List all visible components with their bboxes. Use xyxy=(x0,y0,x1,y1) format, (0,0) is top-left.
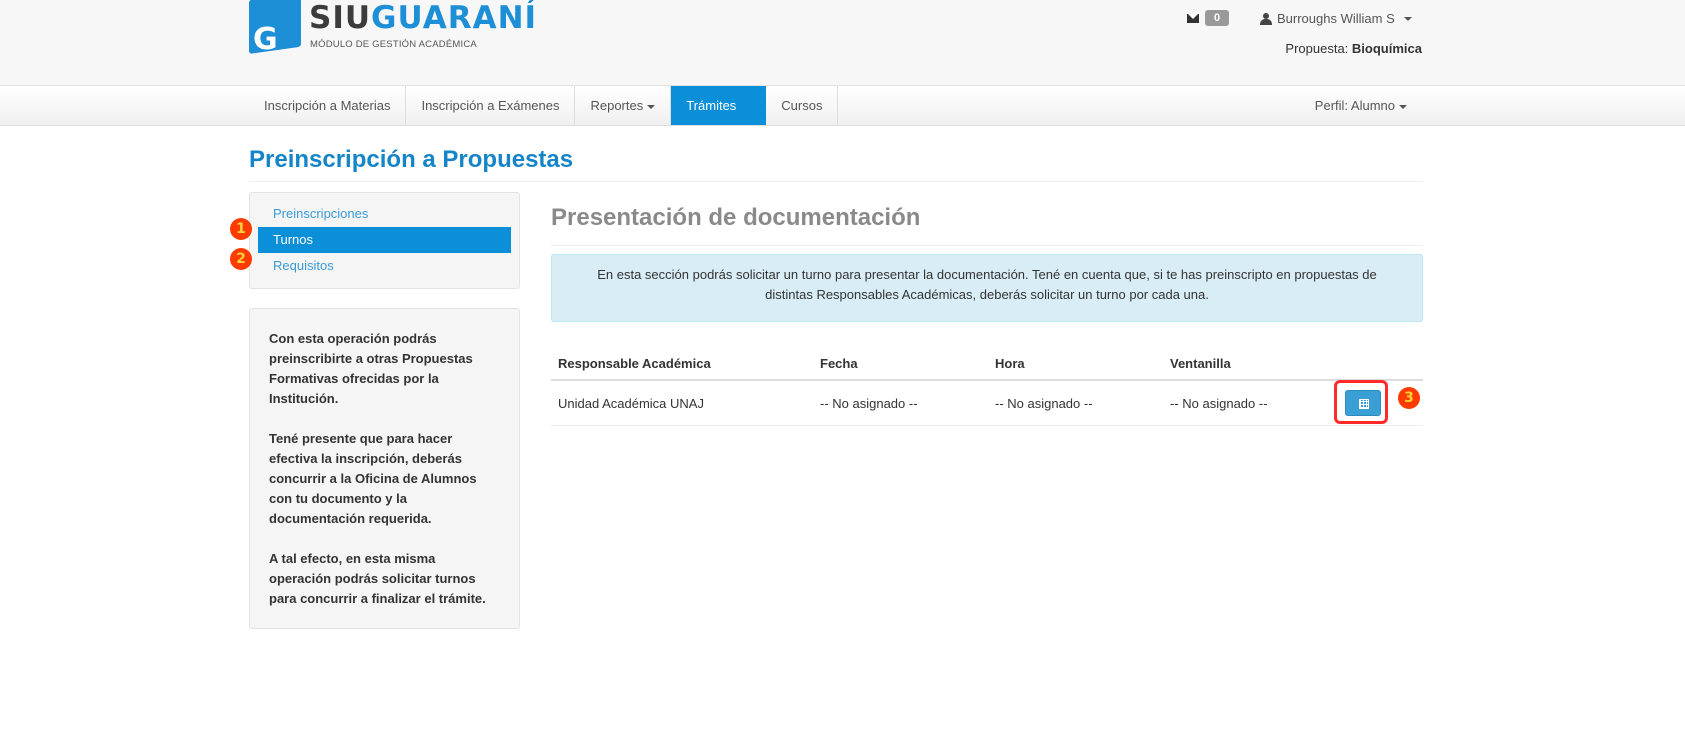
chevron-down-icon xyxy=(647,104,656,109)
sidebar-item-requisitos[interactable]: Requisitos xyxy=(258,253,511,279)
logo-tile-letter: G xyxy=(253,22,278,57)
logo-siu: SIU xyxy=(309,0,372,36)
nav-inscripcion-materias[interactable]: Inscripción a Materias xyxy=(249,86,407,125)
turnos-table: Responsable Académica Fecha Hora Ventani… xyxy=(551,348,1423,426)
messages-button[interactable]: 0 xyxy=(1187,10,1230,26)
page-title: Preinscripción a Propuestas xyxy=(249,146,574,173)
sidebar-item-preinscripciones[interactable]: Preinscripciones xyxy=(258,201,511,227)
chevron-down-icon xyxy=(1403,16,1412,21)
table-cell: Unidad Académica UNAJ xyxy=(551,380,813,426)
perfil-menu[interactable]: Perfil: Alumno xyxy=(1315,86,1407,125)
siu-guarani-logo[interactable]: G SIUGUARANÍ MÓDULO DE GESTIÓN ACADÉMICA xyxy=(249,0,536,58)
divider xyxy=(551,245,1423,246)
column-header: Fecha xyxy=(813,348,988,381)
propuesta-value: Bioquímica xyxy=(1351,41,1422,56)
table-header-row: Responsable Académica Fecha Hora Ventani… xyxy=(551,348,1423,381)
user-name: Burroughs William S xyxy=(1277,11,1395,26)
nav-cursos[interactable]: Cursos xyxy=(766,86,839,125)
header: G SIUGUARANÍ MÓDULO DE GESTIÓN ACADÉMICA… xyxy=(0,0,1685,86)
sidebar-item-turnos[interactable]: Turnos xyxy=(258,227,511,253)
info-box: Con esta operación podrás preinscribirte… xyxy=(249,308,520,629)
perfil-label: Perfil: Alumno xyxy=(1314,98,1395,113)
user-menu[interactable]: Burroughs William S xyxy=(1260,11,1412,26)
main-navbar: Inscripción a Materias Inscripción a Exá… xyxy=(0,86,1685,126)
annotation-highlight xyxy=(1334,380,1388,424)
divider xyxy=(249,181,1423,182)
envelope-icon xyxy=(1187,13,1199,23)
sidebar-nav: Preinscripciones Turnos Requisitos xyxy=(249,192,520,289)
info-paragraph: Tené presente que para hacer efectiva la… xyxy=(269,431,477,526)
column-header: Responsable Académica xyxy=(551,348,813,381)
propuesta-indicator: Propuesta: Bioquímica xyxy=(1285,41,1422,56)
column-header-actions xyxy=(1323,348,1423,381)
logo-title: SIUGUARANÍ xyxy=(309,0,537,36)
table-cell: -- No asignado -- xyxy=(988,380,1163,426)
user-icon xyxy=(1260,12,1272,25)
chevron-down-icon xyxy=(1399,104,1407,109)
nav-tramites[interactable]: Trámites xyxy=(671,86,767,125)
table-cell: -- No asignado -- xyxy=(1163,380,1323,426)
main-nav: Inscripción a Materias Inscripción a Exá… xyxy=(249,86,839,125)
section-title: Presentación de documentación xyxy=(551,204,921,231)
logo-guarani: GUARANÍ xyxy=(371,0,538,36)
nav-inscripcion-examenes[interactable]: Inscripción a Exámenes xyxy=(406,86,576,125)
table-cell: -- No asignado -- xyxy=(813,380,988,426)
nav-reportes[interactable]: Reportes xyxy=(575,86,672,125)
logo-subtitle: MÓDULO DE GESTIÓN ACADÉMICA xyxy=(310,39,477,50)
main-content: Presentación de documentación En esta se… xyxy=(551,192,1423,426)
messages-count-badge: 0 xyxy=(1205,10,1230,26)
column-header: Ventanilla xyxy=(1163,348,1323,381)
table-row: Unidad Académica UNAJ -- No asignado -- … xyxy=(551,380,1423,426)
column-header: Hora xyxy=(988,348,1163,381)
annotation-marker-2: 2 xyxy=(230,248,252,270)
annotation-marker-1: 1 xyxy=(230,218,252,240)
info-paragraph: A tal efecto, en esta misma operación po… xyxy=(269,551,486,606)
info-paragraph: Con esta operación podrás preinscribirte… xyxy=(269,331,473,406)
info-alert: En esta sección podrás solicitar un turn… xyxy=(551,254,1423,322)
propuesta-label: Propuesta: xyxy=(1285,41,1349,56)
annotation-marker-3: 3 xyxy=(1398,387,1420,409)
nav-reportes-label: Reportes xyxy=(590,98,644,113)
